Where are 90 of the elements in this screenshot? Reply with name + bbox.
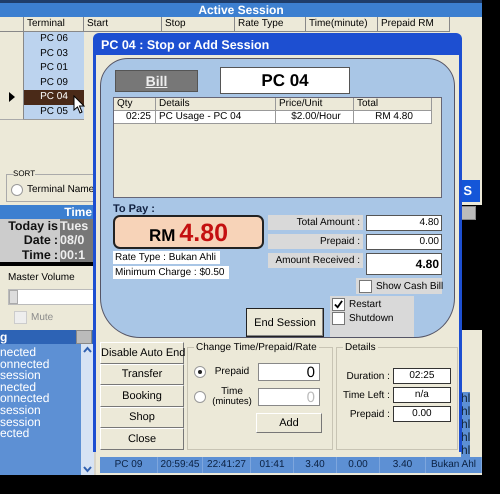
table-cell: PC 09 xyxy=(100,457,158,473)
total-label: Amount Received : xyxy=(268,253,363,268)
log-entry: session xyxy=(0,416,42,428)
action-button[interactable]: Transfer xyxy=(100,364,184,385)
radio-label: Time (minutes) xyxy=(212,387,252,407)
table-cell: 3.40 xyxy=(294,457,337,473)
end-session-button[interactable]: End Session xyxy=(246,308,324,337)
window-title: PC 04 : Stop or Add Session xyxy=(100,37,270,54)
table-cell: hl xyxy=(461,405,470,418)
detail-value: 0.00 xyxy=(392,406,451,422)
radio-button[interactable] xyxy=(11,184,23,196)
log-entry: session xyxy=(0,404,42,417)
group-label: SORT xyxy=(13,168,36,178)
radio-button[interactable] xyxy=(194,391,206,403)
terminal-cell[interactable]: PC 06 xyxy=(24,32,84,48)
bill-button[interactable]: Bill xyxy=(115,70,198,92)
table-cell: 3.40 xyxy=(380,457,426,473)
group-label: Change Time/Prepaid/Rate xyxy=(195,342,318,353)
cursor-icon xyxy=(73,95,85,114)
detail-label: Time Left : xyxy=(343,390,390,400)
table-cell: 22:41:27 xyxy=(203,457,251,473)
action-button[interactable]: Close xyxy=(100,428,184,450)
scrollbar[interactable] xyxy=(81,344,94,475)
detail-value: n/a xyxy=(392,387,451,403)
table-cell: RM 4.80 xyxy=(354,111,432,124)
log-entry: onnected xyxy=(0,358,50,370)
action-button[interactable]: Disable Auto End xyxy=(100,342,184,364)
panel-title: g xyxy=(0,330,8,344)
table-cell: hl xyxy=(461,444,470,457)
column-header: Start xyxy=(84,17,162,32)
mute-label: Mute xyxy=(31,312,54,323)
detail-label: Prepaid : xyxy=(350,408,390,420)
total-label: Prepaid : xyxy=(268,234,363,249)
action-button[interactable]: Shop xyxy=(100,406,184,428)
checkbox[interactable] xyxy=(332,298,345,310)
log-entry: ected xyxy=(0,428,30,440)
column-header: Stop xyxy=(162,17,235,32)
checkbox[interactable] xyxy=(359,280,372,292)
detail-value: 02:25 xyxy=(392,368,451,384)
time-label: Time xyxy=(22,248,51,262)
table-cell: hl xyxy=(461,418,470,431)
time-label: Today is xyxy=(8,218,58,233)
table-cell: $2.00/Hour xyxy=(276,111,354,124)
volume-label: Master Volume xyxy=(8,272,76,283)
log-entry: nected xyxy=(0,347,38,359)
total-field[interactable]: 0.00 xyxy=(366,234,442,250)
group-label: Details xyxy=(344,342,377,353)
time-label: Date xyxy=(24,233,51,248)
panel-title: Active Session xyxy=(0,0,482,17)
table-cell: 02:25 xyxy=(114,111,156,124)
total-label: Total Amount : xyxy=(268,215,363,230)
terminal-name: PC 04 xyxy=(220,67,350,94)
colon: : xyxy=(54,248,58,262)
log-entry: onnected xyxy=(0,393,50,405)
to-pay-label: To Pay : xyxy=(113,203,156,215)
table-cell: Bukan Ahl xyxy=(426,457,482,473)
colon: : xyxy=(54,233,58,248)
table-cell: hl xyxy=(461,431,470,444)
table-cell: PC Usage - PC 04 xyxy=(156,111,276,124)
checkbox[interactable] xyxy=(332,312,345,324)
currency-label: RM xyxy=(148,226,176,246)
minimum-charge-label: Minimum Charge : $0.50 xyxy=(113,266,228,279)
slider-thumb[interactable] xyxy=(9,290,18,304)
log-entry: nected xyxy=(0,382,36,394)
input-field[interactable]: 0 xyxy=(258,363,320,381)
table-cell: 20:59:45 xyxy=(158,457,203,473)
table-cell: hl xyxy=(461,392,470,405)
column-header: Rate Type xyxy=(235,17,306,32)
checkbox-label: Shutdown xyxy=(349,312,394,324)
column-header: Prepaid RM xyxy=(378,17,450,32)
radio-label: Terminal Name xyxy=(27,184,94,195)
table-cell: 0.00 xyxy=(337,457,380,473)
add-button[interactable]: Add xyxy=(256,413,322,433)
terminal-cell[interactable]: PC 01 xyxy=(24,61,84,76)
amount-due: 4.80 xyxy=(179,219,228,248)
column-header: Terminal xyxy=(24,17,84,32)
total-field[interactable]: 4.80 xyxy=(366,215,442,231)
row-header-cell xyxy=(0,17,24,32)
column-header: Time(minute) xyxy=(306,17,378,32)
rate-type-label: Rate Type : Bukan Ahli xyxy=(113,251,220,264)
table-cell: 01:41 xyxy=(251,457,294,473)
action-button[interactable]: Booking xyxy=(100,385,184,406)
checkbox-label: Restart xyxy=(349,298,382,310)
log-entry: session xyxy=(0,370,41,382)
radio-button[interactable] xyxy=(194,366,206,378)
checkbox-label: Show Cash Bill xyxy=(376,280,444,292)
row-header-cell[interactable] xyxy=(0,104,24,120)
radio-label: Prepaid xyxy=(214,367,250,377)
total-field[interactable]: 4.80 xyxy=(366,253,442,275)
detail-label: Duration : xyxy=(346,370,390,382)
